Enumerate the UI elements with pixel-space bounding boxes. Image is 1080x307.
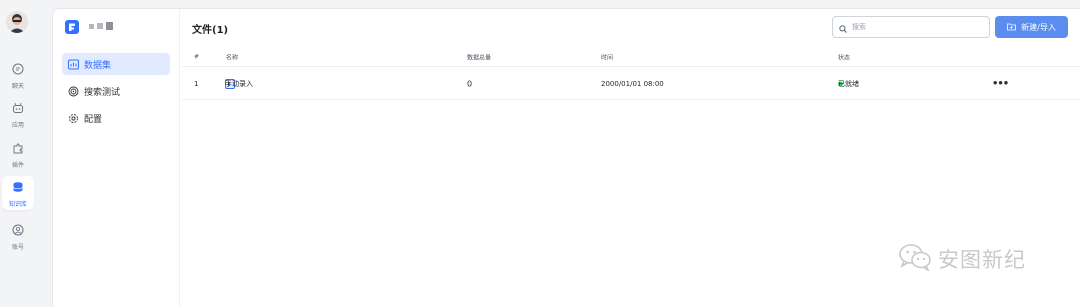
rail-item-chat[interactable]: 聊天 bbox=[2, 57, 34, 93]
rail-item-knowledge[interactable]: 知识库 bbox=[2, 176, 34, 210]
new-import-label: 新建/导入 bbox=[1021, 22, 1056, 32]
col-index: # bbox=[194, 53, 200, 60]
rail-label: 插件 bbox=[11, 162, 24, 169]
avatar[interactable] bbox=[6, 11, 28, 33]
rail-label: 应用 bbox=[11, 122, 24, 129]
col-count: 数据总量 bbox=[467, 54, 492, 61]
user-icon bbox=[12, 221, 24, 240]
search-box[interactable] bbox=[832, 16, 990, 38]
table-row[interactable]: 1 手动录入 0 2000/01/01 08:00 已就绪 ••• bbox=[181, 68, 1080, 100]
gear-icon bbox=[68, 113, 79, 124]
row-status: 已就绪 bbox=[838, 79, 859, 88]
col-status: 状态 bbox=[838, 54, 851, 61]
page-title: 文件(1) bbox=[192, 25, 229, 36]
robot-icon bbox=[12, 99, 24, 118]
more-actions-icon[interactable]: ••• bbox=[992, 78, 1009, 89]
rail-label: 知识库 bbox=[8, 201, 27, 208]
kb-logo-icon bbox=[65, 19, 79, 34]
kb-name-redacted bbox=[89, 22, 113, 30]
nav-search-test[interactable]: 搜索测试 bbox=[62, 80, 170, 102]
wechat-icon bbox=[898, 243, 932, 275]
rail-label: 账号 bbox=[11, 244, 24, 251]
rail-item-apps[interactable]: 应用 bbox=[2, 96, 34, 132]
nav-dataset[interactable]: 数据集 bbox=[62, 53, 170, 75]
database-icon bbox=[12, 178, 24, 197]
puzzle-icon bbox=[12, 139, 24, 158]
folder-add-icon bbox=[1007, 22, 1017, 33]
knowledge-sidebar: 数据集 搜索测试 配置 bbox=[53, 9, 180, 307]
col-name: 名称 bbox=[226, 54, 239, 61]
nav-config-label: 配置 bbox=[84, 114, 103, 125]
col-time: 时间 bbox=[601, 54, 614, 61]
nav-config[interactable]: 配置 bbox=[62, 107, 170, 129]
row-index: 1 bbox=[194, 79, 199, 88]
row-name: 手动录入 bbox=[225, 79, 253, 88]
icon-rail: 聊天 应用 插件 知识库 账号 bbox=[0, 0, 40, 307]
table-header: # 名称 数据总量 时间 状态 bbox=[181, 47, 1080, 67]
chat-icon bbox=[12, 60, 24, 79]
new-import-button[interactable]: 新建/导入 bbox=[995, 16, 1068, 38]
kb-header bbox=[65, 19, 113, 34]
row-count: 0 bbox=[467, 79, 473, 88]
dataset-icon bbox=[68, 59, 79, 70]
rail-label: 聊天 bbox=[11, 83, 24, 90]
rail-item-account[interactable]: 账号 bbox=[2, 218, 34, 254]
row-time: 2000/01/01 08:00 bbox=[601, 79, 664, 88]
watermark-text: 安图新纪 bbox=[938, 248, 1026, 272]
watermark: 安图新纪 bbox=[898, 243, 1026, 275]
nav-search-test-label: 搜索测试 bbox=[84, 87, 121, 98]
search-icon bbox=[839, 18, 847, 37]
search-input[interactable] bbox=[852, 23, 982, 31]
target-icon bbox=[68, 86, 79, 97]
nav-dataset-label: 数据集 bbox=[84, 60, 112, 71]
rail-item-plugins[interactable]: 插件 bbox=[2, 136, 34, 172]
